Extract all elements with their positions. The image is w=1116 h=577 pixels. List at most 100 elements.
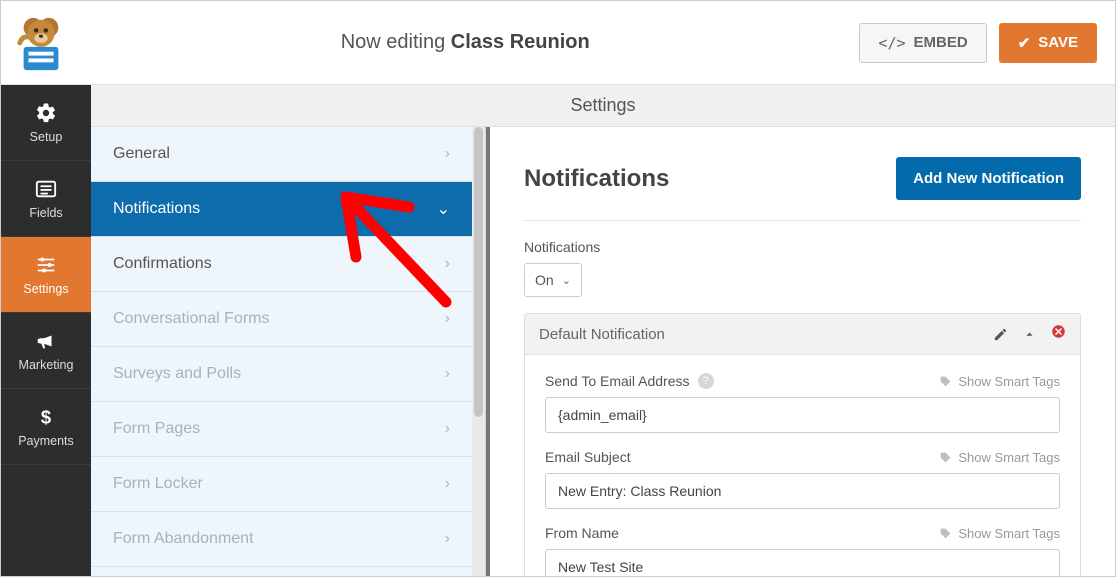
- scroll-thumb[interactable]: [474, 127, 483, 417]
- nav-item-payments[interactable]: $ Payments: [1, 389, 91, 465]
- gear-icon: [35, 102, 57, 124]
- menu-label: Form Pages: [113, 420, 200, 438]
- topbar-actions: </> EMBED ✔ SAVE: [859, 23, 1097, 63]
- settings-title: Settings: [570, 95, 635, 116]
- chevron-up-icon[interactable]: [1022, 327, 1037, 342]
- settings-menu-confirmations[interactable]: Confirmations ›: [91, 237, 472, 292]
- bullhorn-icon: [35, 330, 57, 352]
- settings-menu-form-pages[interactable]: Form Pages ›: [91, 402, 472, 457]
- settings-menu-form-locker[interactable]: Form Locker ›: [91, 457, 472, 512]
- smart-tags-toggle[interactable]: Show Smart Tags: [939, 450, 1060, 465]
- topbar: Now editing Class Reunion </> EMBED ✔ SA…: [1, 1, 1115, 85]
- notifications-toggle-select[interactable]: On ⌄: [524, 263, 582, 297]
- notification-card: Default Notification: [524, 313, 1081, 576]
- tag-icon: [939, 375, 952, 388]
- editing-prefix: Now editing: [341, 31, 451, 53]
- send-to-group: Send To Email Address ? Show Smart Tags: [545, 373, 1060, 433]
- chevron-right-icon: ›: [445, 475, 450, 493]
- from-name-label: From Name: [545, 525, 619, 541]
- smart-tags-label: Show Smart Tags: [958, 374, 1060, 389]
- smart-tags-toggle[interactable]: Show Smart Tags: [939, 526, 1060, 541]
- notification-card-title: Default Notification: [539, 326, 665, 343]
- chevron-right-icon: ›: [445, 145, 450, 163]
- settings-menu-notifications[interactable]: Notifications ⌄: [91, 182, 472, 237]
- settings-title-bar: Settings: [91, 85, 1115, 127]
- content: Settings General › Notifications ⌄ Confi…: [91, 85, 1115, 576]
- editing-title: Now editing Class Reunion: [341, 31, 590, 54]
- svg-text:$: $: [41, 406, 51, 427]
- menu-label: Conversational Forms: [113, 310, 270, 328]
- notification-card-actions: [993, 324, 1066, 344]
- menu-label: Form Locker: [113, 475, 203, 493]
- pencil-icon[interactable]: [993, 327, 1008, 342]
- settings-menu: General › Notifications ⌄ Confirmations …: [91, 127, 485, 567]
- right-panel: Notifications Add New Notification Notif…: [486, 127, 1115, 576]
- nav-label: Setup: [30, 130, 63, 144]
- menu-label: Form Abandonment: [113, 530, 254, 548]
- menu-label: Confirmations: [113, 255, 212, 273]
- notification-card-body: Send To Email Address ? Show Smart Tags: [525, 355, 1080, 576]
- settings-sidebar: General › Notifications ⌄ Confirmations …: [91, 127, 486, 576]
- dollar-icon: $: [35, 406, 57, 428]
- nav-item-setup[interactable]: Setup: [1, 85, 91, 161]
- settings-menu-surveys[interactable]: Surveys and Polls ›: [91, 347, 472, 402]
- settings-menu-form-abandonment[interactable]: Form Abandonment ›: [91, 512, 472, 567]
- send-to-label: Send To Email Address: [545, 373, 690, 389]
- embed-button[interactable]: </> EMBED: [859, 23, 986, 63]
- left-nav: Setup Fields Settings Marketing $ Paymen…: [1, 85, 91, 576]
- save-button[interactable]: ✔ SAVE: [999, 23, 1097, 63]
- menu-label: Surveys and Polls: [113, 365, 241, 383]
- toggle-label: Notifications: [524, 239, 1081, 255]
- nav-label: Settings: [23, 282, 68, 296]
- two-col: General › Notifications ⌄ Confirmations …: [91, 127, 1115, 576]
- smart-tags-label: Show Smart Tags: [958, 526, 1060, 541]
- toggle-value: On: [535, 272, 554, 288]
- close-icon[interactable]: [1051, 324, 1066, 344]
- settings-menu-general[interactable]: General ›: [91, 127, 472, 182]
- subject-input[interactable]: [545, 473, 1060, 509]
- subject-group: Email Subject Show Smart Tags: [545, 449, 1060, 509]
- embed-label: EMBED: [914, 34, 968, 51]
- nav-label: Payments: [18, 434, 74, 448]
- chevron-right-icon: ›: [445, 365, 450, 383]
- add-notification-button[interactable]: Add New Notification: [896, 157, 1081, 200]
- embed-icon: </>: [878, 34, 905, 52]
- save-label: SAVE: [1038, 34, 1078, 51]
- notifications-toggle-group: Notifications On ⌄: [524, 239, 1081, 297]
- caret-down-icon: ⌄: [562, 274, 571, 287]
- nav-label: Marketing: [19, 358, 74, 372]
- sliders-icon: [35, 254, 57, 276]
- from-name-group: From Name Show Smart Tags: [545, 525, 1060, 576]
- notification-card-header: Default Notification: [525, 314, 1080, 355]
- tag-icon: [939, 527, 952, 540]
- nav-item-fields[interactable]: Fields: [1, 161, 91, 237]
- menu-label: General: [113, 145, 170, 163]
- nav-item-marketing[interactable]: Marketing: [1, 313, 91, 389]
- help-icon[interactable]: ?: [698, 373, 714, 389]
- chevron-right-icon: ›: [445, 420, 450, 438]
- check-icon: ✔: [1018, 34, 1031, 52]
- settings-menu-conversational[interactable]: Conversational Forms ›: [91, 292, 472, 347]
- subject-label: Email Subject: [545, 449, 631, 465]
- menu-label: Notifications: [113, 200, 200, 218]
- panel-header: Notifications Add New Notification: [524, 157, 1081, 221]
- body: Setup Fields Settings Marketing $ Paymen…: [1, 85, 1115, 576]
- send-to-input[interactable]: [545, 397, 1060, 433]
- from-name-input[interactable]: [545, 549, 1060, 576]
- add-btn-label: Add New Notification: [913, 170, 1064, 187]
- brand-logo: [11, 13, 71, 73]
- chevron-right-icon: ›: [445, 255, 450, 273]
- tag-icon: [939, 451, 952, 464]
- chevron-right-icon: ›: [445, 310, 450, 328]
- smart-tags-toggle[interactable]: Show Smart Tags: [939, 374, 1060, 389]
- chevron-right-icon: ›: [445, 530, 450, 548]
- editing-form-name: Class Reunion: [451, 31, 590, 53]
- panel-heading: Notifications: [524, 165, 669, 193]
- bear-logo-icon: [12, 14, 70, 72]
- chevron-down-icon: ⌄: [437, 199, 450, 219]
- scroll-track[interactable]: [472, 127, 485, 576]
- nav-item-settings[interactable]: Settings: [1, 237, 91, 313]
- smart-tags-label: Show Smart Tags: [958, 450, 1060, 465]
- nav-label: Fields: [29, 206, 62, 220]
- list-icon: [35, 178, 57, 200]
